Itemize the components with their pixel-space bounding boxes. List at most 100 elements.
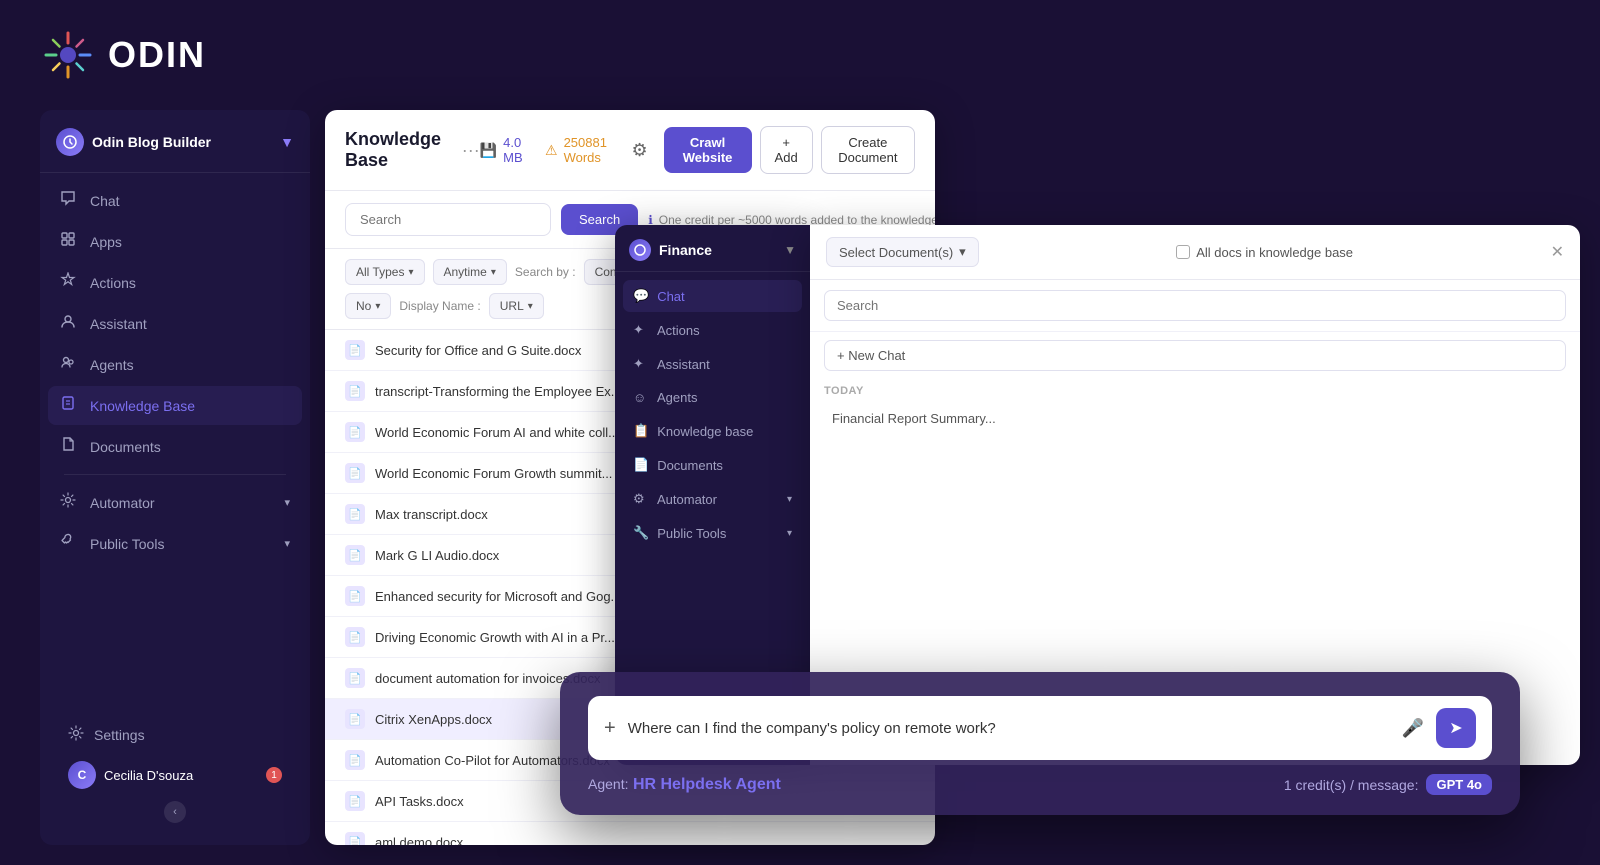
filter-summary-arrow: ▾ <box>375 301 380 312</box>
filter-type-button[interactable]: All Types ▾ <box>345 259 425 285</box>
kb-menu-button[interactable]: ··· <box>462 140 480 161</box>
doc-select-label: Select Document(s) <box>839 245 953 260</box>
expand-icon: ▾ <box>787 494 792 505</box>
kb-search-input[interactable] <box>345 203 551 236</box>
chat-search-area <box>810 280 1580 332</box>
filter-time-arrow: ▾ <box>491 267 496 278</box>
project-selector[interactable]: Odin Blog Builder <box>56 128 211 156</box>
filter-type-arrow: ▾ <box>408 267 413 278</box>
sidebar-item-label: Assistant <box>90 316 147 332</box>
chat-send-button[interactable]: ➤ <box>1436 708 1476 748</box>
new-chat-button[interactable]: + New Chat <box>824 340 1566 371</box>
chat-attach-button[interactable]: + <box>604 717 616 740</box>
sidebar-nav: Chat Apps Actions Assistant <box>40 181 310 708</box>
doc-icon: 📄 <box>345 340 365 360</box>
chat-meta: Agent: HR Helpdesk Agent 1 credit(s) / m… <box>588 774 1492 795</box>
chat-search-input[interactable] <box>824 290 1566 321</box>
sidebar-item-label: Documents <box>90 439 161 455</box>
settings-item[interactable]: Settings <box>56 716 294 753</box>
all-docs-toggle[interactable]: All docs in knowledge base <box>1176 245 1353 260</box>
search-by-label: Search by : <box>515 265 576 279</box>
doc-icon: 📄 <box>345 422 365 442</box>
chat-history-item[interactable]: Financial Report Summary... <box>818 403 1572 434</box>
finance-nav-item-documents[interactable]: 📄 Documents <box>623 449 802 481</box>
doc-icon: 📄 <box>345 627 365 647</box>
display-name-label: Display Name : <box>399 299 480 313</box>
top-bar: ODIN <box>0 0 1600 110</box>
finance-nav-item-agents[interactable]: ☺ Agents <box>623 382 802 413</box>
documents-icon: 📄 <box>633 457 649 473</box>
sidebar-item-label: Knowledge Base <box>90 398 195 414</box>
credit-text: 1 credit(s) / message: <box>1284 777 1419 793</box>
doc-select-arrow: ▾ <box>959 244 966 260</box>
all-docs-label: All docs in knowledge base <box>1196 245 1353 260</box>
project-chevron-icon[interactable]: ▼ <box>280 134 294 150</box>
doc-icon: 📄 <box>345 381 365 401</box>
finance-title: Finance <box>629 239 712 261</box>
kb-words-value: 250881 Words <box>564 135 624 165</box>
chat-mic-button[interactable]: 🎤 <box>1402 718 1424 739</box>
sidebar-item-label: Apps <box>90 234 122 250</box>
filter-summary-button[interactable]: No ▾ <box>345 293 391 319</box>
finance-nav-label: Public Tools <box>657 526 726 541</box>
sidebar-item-documents[interactable]: Documents <box>48 427 302 466</box>
filter-display-name-button[interactable]: URL ▾ <box>489 293 544 319</box>
sidebar-item-apps[interactable]: Apps <box>48 222 302 261</box>
sidebar-item-knowledge-base[interactable]: Knowledge Base <box>48 386 302 425</box>
finance-nav-item-automator[interactable]: ⚙ Automator ▾ <box>623 483 802 515</box>
finance-nav-label: Agents <box>657 390 697 405</box>
doc-icon: 📄 <box>345 586 365 606</box>
nav-divider <box>64 474 286 475</box>
sidebar-item-automator[interactable]: Automator ▾ <box>48 483 302 522</box>
words-icon: ⚠ <box>545 142 558 159</box>
logo: ODIN <box>40 27 206 83</box>
finance-nav-item-assistant[interactable]: ✦ Assistant <box>623 348 802 380</box>
chat-history-label: Today <box>810 379 1580 403</box>
sidebar-item-chat[interactable]: Chat <box>48 181 302 220</box>
sidebar-item-label: Actions <box>90 275 136 291</box>
list-item[interactable]: 📄 aml demo.docx <box>325 822 935 845</box>
sidebar-item-assistant[interactable]: Assistant <box>48 304 302 343</box>
crawl-website-button[interactable]: Crawl Website <box>664 127 752 173</box>
chat-panel-close-button[interactable]: ✕ <box>1551 242 1564 262</box>
public-tools-expand-icon: ▾ <box>284 537 290 550</box>
finance-header: Finance ▼ <box>615 225 810 272</box>
collapse-sidebar-button[interactable]: ‹ <box>164 801 186 823</box>
notification-badge[interactable]: 1 <box>266 767 282 783</box>
create-document-button[interactable]: Create Document <box>821 126 915 174</box>
kb-actions: ⚙ Crawl Website + Add Create Document <box>623 126 915 174</box>
filter-time-button[interactable]: Anytime ▾ <box>433 259 507 285</box>
size-icon: 💾 <box>480 142 497 159</box>
sidebar-item-label: Agents <box>90 357 134 373</box>
finance-nav-item-public-tools[interactable]: 🔧 Public Tools ▾ <box>623 517 802 549</box>
sidebar-item-public-tools[interactable]: Public Tools ▾ <box>48 524 302 563</box>
agent-name[interactable]: HR Helpdesk Agent <box>633 776 781 793</box>
kb-settings-button[interactable]: ⚙ <box>623 136 655 165</box>
chat-text-input[interactable] <box>628 720 1390 737</box>
chat-credit-info: 1 credit(s) / message: GPT 4o <box>1284 774 1492 795</box>
send-icon: ➤ <box>1449 718 1462 738</box>
finance-chevron-icon[interactable]: ▼ <box>784 243 796 257</box>
finance-nav-item-actions[interactable]: ✦ Actions <box>623 314 802 346</box>
user-area: C Cecilia D'souza 1 <box>56 753 294 797</box>
chat-panel-header: Select Document(s) ▾ All docs in knowled… <box>810 225 1580 280</box>
public-tools-icon: 🔧 <box>633 525 649 541</box>
automator-icon <box>60 492 80 513</box>
finance-nav-label: Knowledge base <box>657 424 753 439</box>
all-docs-checkbox[interactable] <box>1176 245 1190 259</box>
doc-select-dropdown[interactable]: Select Document(s) ▾ <box>826 237 979 267</box>
sidebar-item-agents[interactable]: Agents <box>48 345 302 384</box>
finance-nav-label: Assistant <box>657 357 710 372</box>
sidebar: Odin Blog Builder ▼ Chat Apps <box>40 110 310 845</box>
finance-nav-item-chat[interactable]: 💬 Chat <box>623 280 802 312</box>
agent-prefix: Agent: <box>588 776 628 792</box>
finance-nav-label: Automator <box>657 492 717 507</box>
expand-icon: ▾ <box>787 528 792 539</box>
kb-size-value: 4.0 MB <box>503 135 529 165</box>
finance-nav-item-knowledge-base[interactable]: 📋 Knowledge base <box>623 415 802 447</box>
automator-expand-icon: ▾ <box>284 496 290 509</box>
add-button[interactable]: + Add <box>760 126 813 174</box>
sidebar-item-actions[interactable]: Actions <box>48 263 302 302</box>
sidebar-header: Odin Blog Builder ▼ <box>40 120 310 173</box>
kb-header: Knowledge Base ··· 💾 4.0 MB ⚠ 250881 Wor… <box>325 110 935 191</box>
